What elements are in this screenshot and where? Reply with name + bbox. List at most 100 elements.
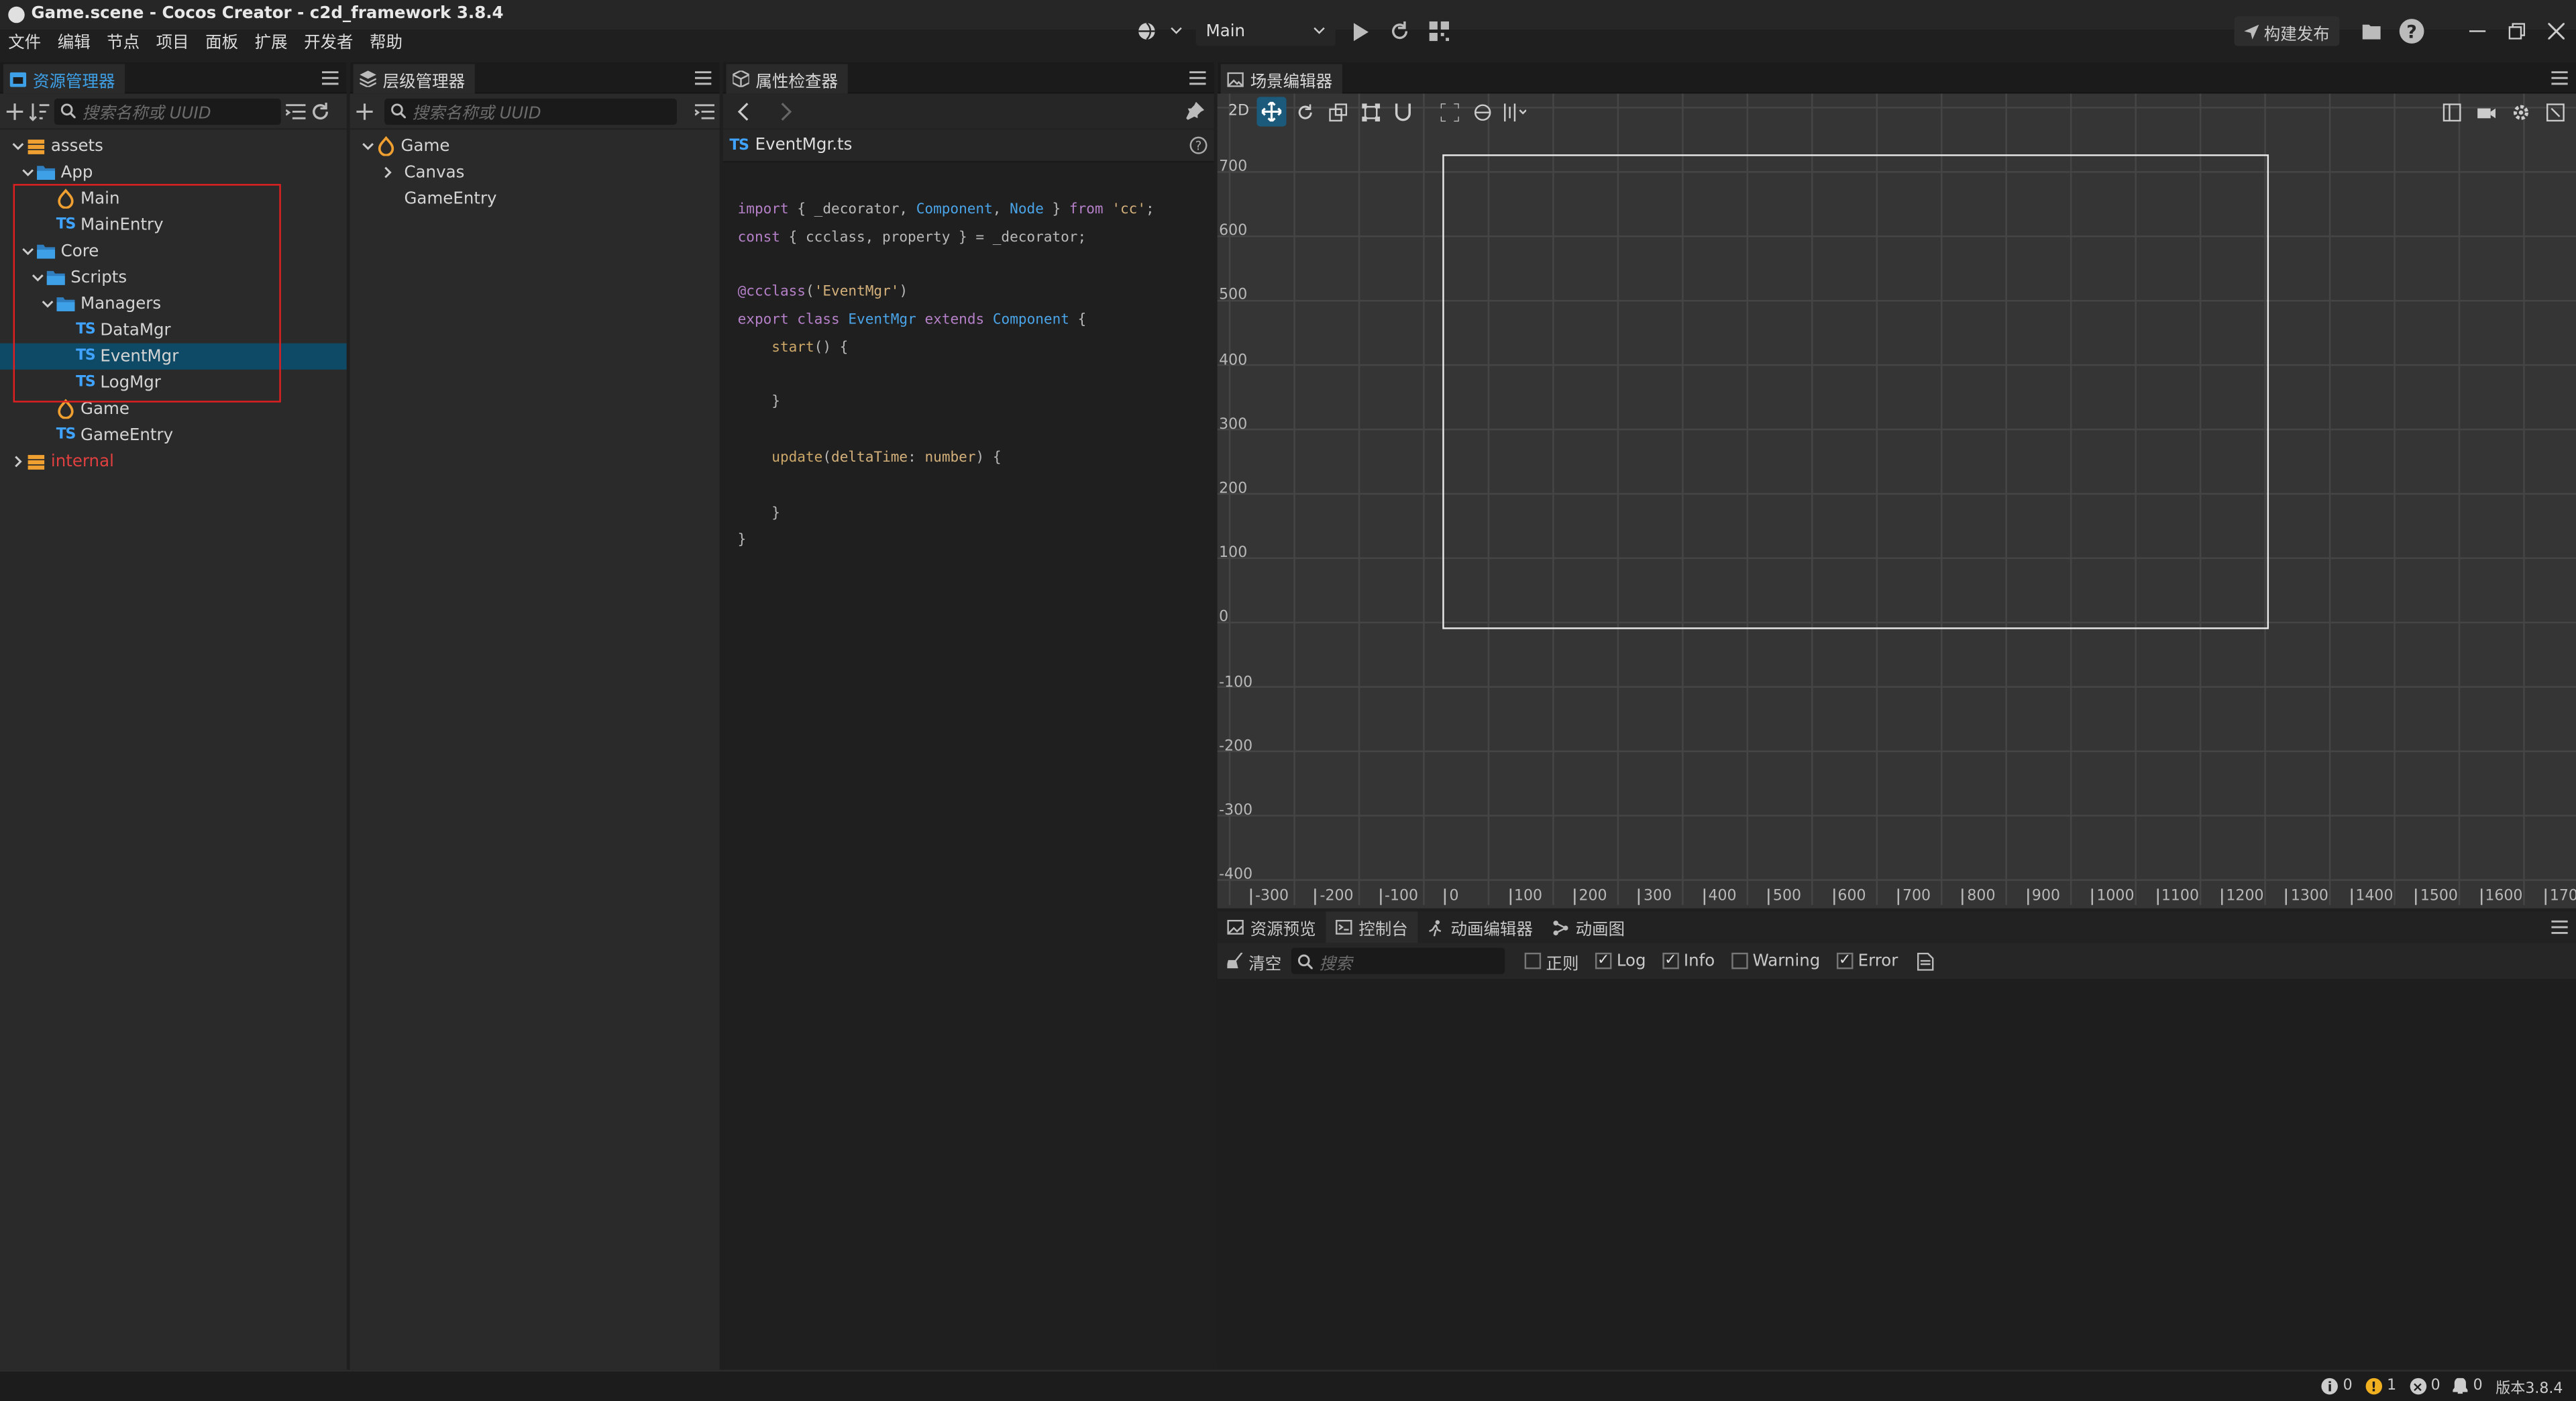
hierarchy-search-input[interactable]: 搜索名称或 UUID <box>384 97 678 124</box>
error-count[interactable]: × 0 <box>2409 1378 2440 1395</box>
publish-label: 构建发布 <box>2263 25 2330 44</box>
local-global-button[interactable] <box>1467 97 1497 126</box>
chevron-down-icon[interactable] <box>19 164 36 180</box>
play-icon <box>1353 22 1369 40</box>
panel-menu-icon[interactable] <box>2551 70 2568 85</box>
pin-icon[interactable] <box>1186 101 1205 120</box>
help-button[interactable]: ? <box>2392 16 2432 46</box>
console-search-input[interactable]: 搜索 <box>1291 947 1505 974</box>
minimize-icon <box>2469 30 2486 32</box>
warning-count[interactable]: ! 1 <box>2365 1378 2396 1395</box>
open-folder-button[interactable] <box>2353 16 2392 46</box>
x-axis-label: -100 <box>1379 888 1418 905</box>
inspector-panel: 属性检查器 TS EventMgr.ts ? import { _decorat… <box>722 62 1214 1370</box>
menu-panel[interactable]: 面板 <box>197 30 246 59</box>
snap-tool-button[interactable] <box>1388 97 1417 126</box>
sort-icon[interactable] <box>30 101 50 121</box>
align-tool-button[interactable] <box>1500 97 1529 126</box>
code-line: update(deltaTime: number) { <box>737 450 1002 467</box>
panel-menu-icon[interactable] <box>694 70 712 85</box>
move-tool-button[interactable] <box>1256 97 1287 127</box>
filter-info-checkbox[interactable]: ✓ Info <box>1662 949 1715 974</box>
filter-warning-checkbox[interactable]: Warning <box>1731 949 1820 974</box>
assets-tree-row[interactable]: TS GameEntry <box>0 422 347 448</box>
layout-button[interactable] <box>2436 97 2466 126</box>
scene-panel: 场景编辑器 700 600 500 400 300 200 100 0 -100 -200 -300… <box>1217 62 2576 909</box>
assets-tree-row[interactable]: App <box>0 159 347 185</box>
add-icon[interactable] <box>355 101 374 121</box>
tab-console[interactable]: 控制台 <box>1326 911 1418 943</box>
info-count[interactable]: i0 <box>2321 1378 2353 1395</box>
refresh-button[interactable] <box>1385 16 1415 46</box>
rotate-tool-button[interactable] <box>1289 97 1319 126</box>
file-name: EventMgr.ts <box>755 136 853 155</box>
chevron-right-icon[interactable] <box>10 454 26 470</box>
ts-icon: TS <box>729 137 749 154</box>
panel-menu-icon[interactable] <box>1189 70 1206 85</box>
chevron-down-icon[interactable] <box>10 138 26 154</box>
panel-menu-icon[interactable] <box>322 70 339 85</box>
menu-project[interactable]: 项目 <box>148 30 197 59</box>
filter-error-checkbox[interactable]: ✓ Error <box>1836 949 1898 974</box>
log-file-icon[interactable] <box>1917 951 1935 970</box>
assets-tab-icon <box>9 71 27 87</box>
chevron-right-icon[interactable] <box>380 164 396 180</box>
scene-viewport[interactable]: 700 600 500 400 300 200 100 0 -100 -200 -300 -400 -… <box>1217 93 2576 905</box>
y-axis-label: 600 <box>1219 223 1248 240</box>
menu-extension[interactable]: 扩展 <box>246 30 295 59</box>
fullscreen-button[interactable] <box>2540 97 2569 126</box>
pivot-tool-button[interactable] <box>1434 97 1464 126</box>
tab-scene[interactable]: 场景编辑器 <box>1220 64 1342 94</box>
play-button[interactable] <box>1346 16 1375 46</box>
collapse-all-icon[interactable] <box>695 101 715 121</box>
minimize-button[interactable] <box>2458 16 2498 46</box>
x-axis-label: 1000 <box>2092 888 2134 905</box>
qrcode-button[interactable] <box>1424 16 1454 46</box>
refresh-icon[interactable] <box>311 101 330 121</box>
assets-search-input[interactable]: 搜索名称或 UUID <box>54 97 281 124</box>
menu-edit[interactable]: 编辑 <box>49 30 98 59</box>
assets-tree-label: internal <box>50 452 114 471</box>
tab-animation-editor[interactable]: 动画编辑器 <box>1417 912 1542 943</box>
settings-button[interactable] <box>2506 97 2535 126</box>
filter-正则-checkbox[interactable]: 正则 <box>1524 949 1578 973</box>
restore-button[interactable] <box>2497 16 2536 46</box>
platform-select-button[interactable] <box>1134 16 1186 46</box>
filter-log-checkbox[interactable]: ✓ Log <box>1595 949 1646 974</box>
folder-open-icon <box>2362 24 2381 40</box>
assets-tree-row[interactable]: assets <box>0 133 347 159</box>
build-publish-button[interactable]: 构建发布 <box>2234 16 2340 46</box>
menu-help[interactable]: 帮助 <box>362 30 411 59</box>
scene-select[interactable]: Main <box>1195 16 1336 46</box>
menu-developer[interactable]: 开发者 <box>296 30 362 59</box>
help-icon[interactable]: ? <box>1189 136 1208 154</box>
notification-count[interactable]: 0 <box>2453 1378 2483 1394</box>
add-icon[interactable] <box>5 101 24 121</box>
tab-hierarchy[interactable]: 层级管理器 <box>353 64 475 94</box>
tab-animation-graph[interactable]: 动画图 <box>1543 912 1635 943</box>
assets-tree-row[interactable]: internal <box>0 448 347 474</box>
panel-menu-icon[interactable] <box>2551 920 2568 935</box>
collapse-all-icon[interactable] <box>286 101 306 121</box>
menu-node[interactable]: 节点 <box>99 30 148 59</box>
camera-button[interactable] <box>2471 97 2500 126</box>
hierarchy-tree-row[interactable]: Game <box>350 133 720 159</box>
tab-asset-preview[interactable]: 资源预览 <box>1218 912 1326 943</box>
hierarchy-tree-row[interactable]: GameEntry <box>350 186 720 212</box>
hierarchy-toolbar: 搜索名称或 UUID <box>350 94 720 130</box>
rect-tool-button[interactable] <box>1355 97 1385 126</box>
scale-tool-button[interactable] <box>1322 97 1352 126</box>
tab-inspector-label: 属性检查器 <box>755 72 838 91</box>
back-arrow-icon[interactable] <box>735 101 754 121</box>
tab-assets[interactable]: 资源管理器 <box>3 64 125 94</box>
forward-arrow-icon[interactable] <box>775 101 795 121</box>
menu-file[interactable]: 文件 <box>0 30 49 59</box>
mode-2d-button[interactable]: 2D <box>1224 97 1254 126</box>
clear-button[interactable]: 清空 <box>1227 949 1281 973</box>
close-button[interactable] <box>2536 16 2576 46</box>
checkbox-checked-icon: ✓ <box>1595 952 1612 970</box>
hierarchy-tree-row[interactable]: Canvas <box>350 159 720 185</box>
tab-inspector[interactable]: 属性检查器 <box>726 64 848 94</box>
chevron-down-icon[interactable] <box>360 138 376 154</box>
hierarchy-tree: Game Canvas GameEntry <box>350 129 720 211</box>
